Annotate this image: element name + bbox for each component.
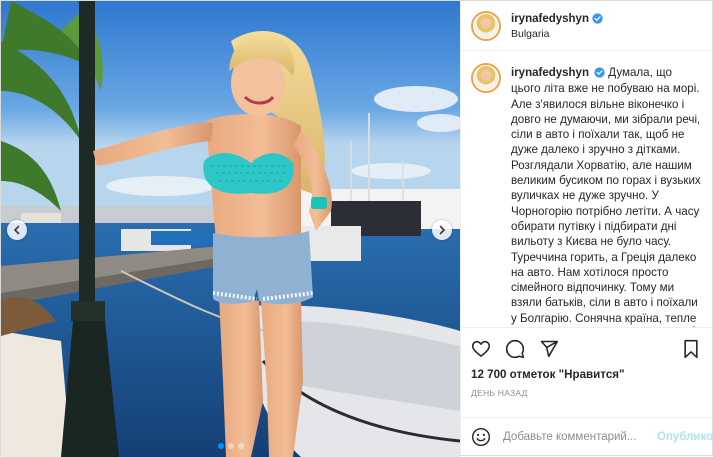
carousel-dot (227, 443, 234, 449)
chevron-left-icon (14, 225, 20, 235)
post-header: irynafedyshyn Bulgaria (461, 1, 712, 51)
heart-icon (471, 340, 491, 357)
share-icon (540, 340, 559, 358)
publish-button[interactable]: Опубликовать (657, 431, 713, 443)
carousel-dot (237, 443, 244, 449)
verified-badge-icon (592, 12, 603, 24)
chevron-right-icon (439, 225, 445, 235)
like-button[interactable] (471, 339, 491, 359)
carousel-dot (217, 443, 224, 449)
post-actions: 12 700 отметок "Нравится" ДЕНЬ НАЗАД (461, 327, 712, 398)
save-button[interactable] (682, 339, 700, 359)
comment-input[interactable] (503, 430, 657, 443)
next-photo-button[interactable] (432, 220, 452, 240)
post-photo (1, 1, 460, 457)
username-link[interactable]: irynafedyshyn (511, 67, 589, 79)
caption-section: irynafedyshyn Думала, що цього літа вже … (461, 51, 712, 327)
avatar[interactable] (471, 63, 501, 93)
post-dialog: irynafedyshyn Bulgaria irynafedyshyn Дум… (0, 0, 713, 457)
caption-text: irynafedyshyn Думала, що цього літа вже … (511, 65, 702, 327)
avatar[interactable] (471, 10, 501, 41)
comment-form: Опубликовать (461, 417, 713, 455)
post-timestamp[interactable]: ДЕНЬ НАЗАД (471, 388, 702, 398)
emoji-icon (471, 427, 491, 446)
carousel-indicator (217, 443, 244, 449)
post-media[interactable] (1, 1, 460, 457)
comment-icon (505, 339, 525, 359)
likes-count[interactable]: 12 700 отметок "Нравится" (471, 368, 702, 381)
previous-photo-button[interactable] (7, 220, 27, 240)
post-sidebar: irynafedyshyn Bulgaria irynafedyshyn Дум… (460, 1, 713, 455)
comment-button[interactable] (505, 339, 525, 359)
emoji-button[interactable] (471, 427, 491, 447)
username-link[interactable]: irynafedyshyn (511, 13, 589, 25)
verified-badge-icon (594, 67, 605, 78)
caption-content: Думала, що цього літа вже не побуваю на … (511, 66, 701, 325)
location-link[interactable]: Bulgaria (511, 27, 603, 42)
share-button[interactable] (539, 339, 559, 359)
bookmark-icon (684, 339, 698, 359)
